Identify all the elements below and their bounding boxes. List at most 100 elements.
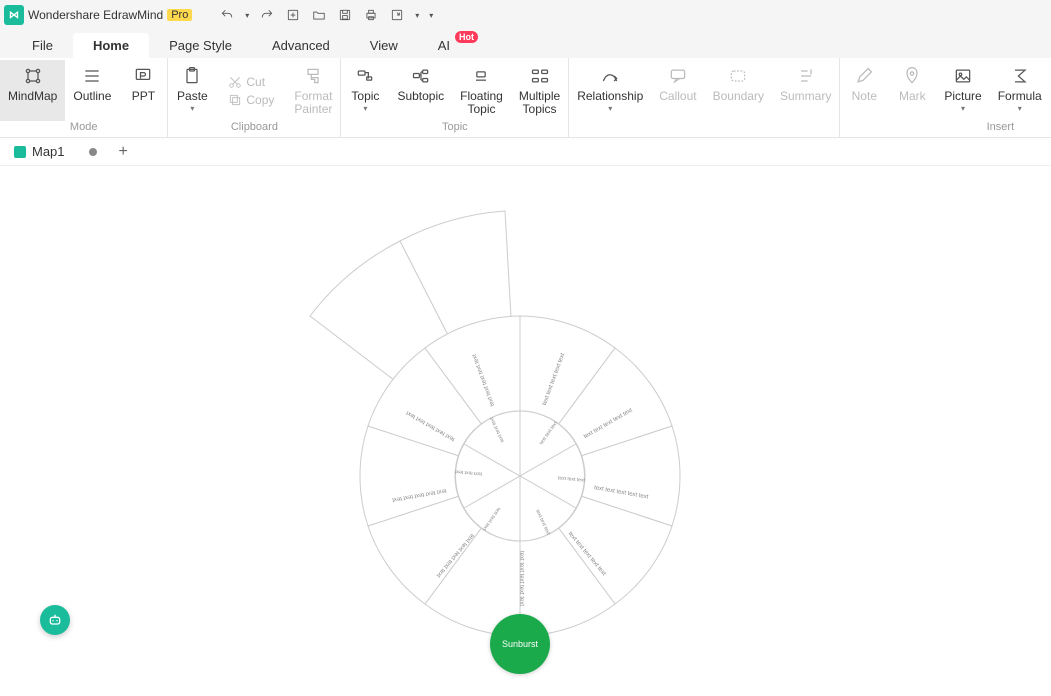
formula-icon [1010, 64, 1030, 88]
ppt-label: PPT [132, 90, 155, 103]
summary-icon [796, 64, 816, 88]
subtopic-label: Subtopic [397, 90, 444, 103]
more-dropdown[interactable]: ▾ [426, 4, 436, 26]
picture-dropdown-icon: ▾ [961, 104, 965, 113]
formula-dropdown-icon: ▾ [1018, 104, 1022, 113]
bot-icon [47, 612, 63, 628]
outline-icon [82, 64, 102, 88]
subtopic-icon [411, 64, 431, 88]
floating-topic-icon [471, 64, 491, 88]
menu-file[interactable]: File [12, 33, 73, 58]
unsaved-indicator-icon [89, 148, 97, 156]
format-painter-icon [303, 64, 323, 88]
topic-dropdown-icon: ▾ [363, 104, 367, 113]
menu-home[interactable]: Home [73, 33, 149, 58]
menu-page-style[interactable]: Page Style [149, 33, 252, 58]
note-button[interactable]: Note [840, 60, 888, 121]
canvas[interactable]: text text text text text text text text … [0, 166, 1051, 689]
titlebar: ⋈ Wondershare EdrawMind Pro ▾ ▾ ▾ [0, 0, 1051, 30]
ppt-icon [133, 64, 153, 88]
mindmap-icon [23, 64, 43, 88]
floating-topic-label: Floating Topic [460, 90, 503, 116]
copy-button[interactable]: Copy [222, 91, 280, 109]
boundary-icon [728, 64, 748, 88]
multiple-topics-button[interactable]: Multiple Topics [511, 60, 568, 121]
paste-label: Paste [177, 90, 208, 103]
topic-icon [355, 64, 375, 88]
outline-label: Outline [73, 90, 111, 103]
outline-button[interactable]: Outline [65, 60, 119, 121]
redo-button[interactable] [256, 4, 278, 26]
doc-tab-map1[interactable]: Map1 [4, 141, 107, 162]
hot-badge: Hot [455, 31, 478, 43]
export-dropdown[interactable]: ▾ [412, 4, 422, 26]
callout-button[interactable]: Callout [651, 60, 704, 121]
topic-button[interactable]: Topic ▾ [341, 60, 389, 121]
svg-text:text text text text text: text text text text text [518, 551, 524, 606]
formula-button[interactable]: Formula ▾ [990, 60, 1050, 121]
print-button[interactable] [360, 4, 382, 26]
ribbon-group-topic: Topic ▾ Subtopic Floating Topic Multiple… [341, 58, 569, 137]
menu-view[interactable]: View [350, 33, 418, 58]
format-painter-button[interactable]: Format Painter [286, 60, 340, 121]
summary-label: Summary [780, 90, 831, 103]
menu-ai[interactable]: AI Hot [418, 33, 470, 58]
center-topic[interactable]: Sunburst [490, 614, 550, 674]
multiple-topics-icon [530, 64, 550, 88]
callout-label: Callout [659, 90, 696, 103]
ribbon-group-clipboard: Paste ▾ Cut Copy Format Painter Clipboar… [168, 58, 341, 137]
clipboard-group-label: Clipboard [231, 121, 278, 135]
subtopic-button[interactable]: Subtopic [389, 60, 452, 121]
formula-label: Formula [998, 90, 1042, 103]
picture-label: Picture [944, 90, 981, 103]
boundary-label: Boundary [713, 90, 764, 103]
app-logo-icon: ⋈ [4, 5, 24, 25]
center-topic-label: Sunburst [502, 639, 538, 649]
doc-tab-label: Map1 [32, 144, 65, 159]
paste-button[interactable]: Paste ▾ [168, 60, 216, 121]
cut-label: Cut [246, 75, 265, 89]
ribbon: MindMap Outline PPT Mode Paste ▾ Cut Cop… [0, 58, 1051, 138]
doc-icon [14, 146, 26, 158]
ribbon-group-extras: Relationship ▾ Callout Boundary Summary [569, 58, 840, 137]
ribbon-group-mode: MindMap Outline PPT Mode [0, 58, 168, 137]
floating-topic-button[interactable]: Floating Topic [452, 60, 511, 121]
add-tab-button[interactable]: + [113, 143, 134, 161]
topic-label: Topic [351, 90, 379, 103]
mindmap-label: MindMap [8, 90, 57, 103]
undo-button[interactable] [216, 4, 238, 26]
menu-advanced[interactable]: Advanced [252, 33, 350, 58]
mark-button[interactable]: Mark [888, 60, 936, 121]
multiple-topics-label: Multiple Topics [519, 90, 560, 116]
note-icon [854, 64, 874, 88]
document-tabs: Map1 + [0, 138, 1051, 166]
summary-button[interactable]: Summary [772, 60, 839, 121]
picture-button[interactable]: Picture ▾ [936, 60, 989, 121]
mindmap-button[interactable]: MindMap [0, 60, 65, 121]
mode-group-label: Mode [70, 121, 98, 135]
relationship-label: Relationship [577, 90, 643, 103]
ribbon-group-insert: Note Mark Picture ▾ Formula ▾ Numbering … [840, 58, 1051, 137]
picture-icon [953, 64, 973, 88]
paste-dropdown-icon: ▾ [190, 104, 194, 113]
cut-button[interactable]: Cut [222, 73, 280, 91]
undo-dropdown[interactable]: ▾ [242, 4, 252, 26]
new-button[interactable] [282, 4, 304, 26]
copy-label: Copy [246, 93, 274, 107]
menubar: File Home Page Style Advanced View AI Ho… [0, 30, 1051, 58]
note-label: Note [852, 90, 877, 103]
ppt-button[interactable]: PPT [119, 60, 167, 121]
paste-icon [182, 64, 202, 88]
format-painter-label: Format Painter [294, 90, 332, 116]
boundary-button[interactable]: Boundary [705, 60, 772, 121]
callout-icon [668, 64, 688, 88]
pro-badge: Pro [167, 9, 192, 21]
help-fab-button[interactable] [40, 605, 70, 635]
export-button[interactable] [386, 4, 408, 26]
save-button[interactable] [334, 4, 356, 26]
insert-group-label: Insert [987, 121, 1015, 135]
mark-label: Mark [899, 90, 926, 103]
open-button[interactable] [308, 4, 330, 26]
relationship-button[interactable]: Relationship ▾ [569, 60, 651, 121]
relationship-dropdown-icon: ▾ [608, 104, 612, 113]
